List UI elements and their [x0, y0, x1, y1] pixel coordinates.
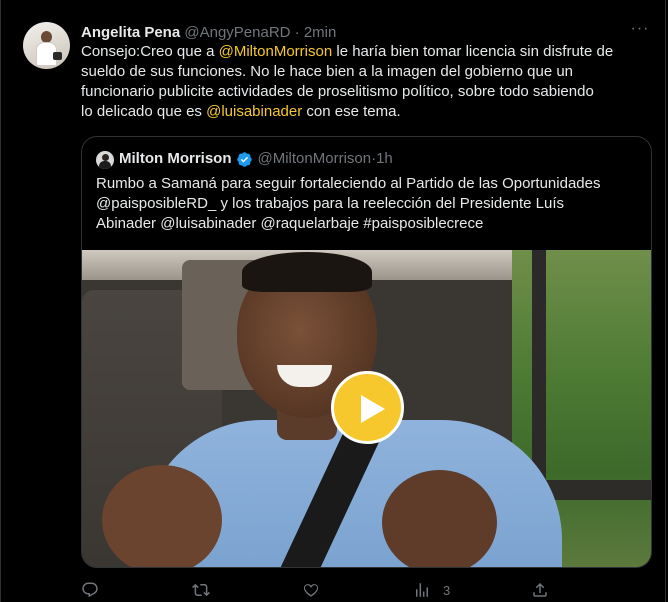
- video-person-left-hand: [102, 465, 222, 567]
- share-button[interactable]: [531, 580, 549, 600]
- video-person-right-hand: [382, 470, 497, 567]
- tweet-text: Consejo:Creo que a @MiltonMorrison le ha…: [81, 42, 651, 122]
- video-thumbnail[interactable]: [82, 250, 651, 567]
- author-name[interactable]: Angelita Pena: [81, 24, 180, 41]
- avatar-figure-bag: [53, 52, 62, 60]
- quoted-author-avatar: [96, 151, 114, 169]
- tweet[interactable]: Angelita Pena @AngyPenaRD · 2min ··· Con…: [0, 0, 668, 602]
- quoted-avatar-body: [99, 161, 111, 169]
- quoted-avatar-head: [102, 154, 109, 161]
- tweet-text-line-4: lo delicado que es @luisabinader con ese…: [81, 102, 651, 122]
- reply-icon: [82, 582, 98, 598]
- share-icon: [533, 582, 547, 597]
- retweet-button[interactable]: [192, 580, 210, 600]
- like-button[interactable]: [302, 580, 320, 600]
- heart-icon: [303, 584, 319, 597]
- quoted-tweet[interactable]: Milton Morrison @MiltonMorrison · 1h Rum…: [81, 136, 652, 568]
- tweet-text-segment: lo delicado que es: [81, 103, 207, 120]
- tweet-text-line-3: funcionario publicite actividades de pro…: [81, 83, 594, 100]
- tweet-text-segment: Consejo:Creo que a: [81, 43, 219, 60]
- tweet-time[interactable]: 2min: [304, 24, 337, 41]
- tweet-header: Angelita Pena @AngyPenaRD · 2min: [81, 23, 336, 43]
- views-icon: [416, 583, 428, 597]
- quoted-text: Rumbo a Samaná para seguir fortaleciendo…: [96, 174, 641, 234]
- quoted-text-line-3: Abinader @luisabinader @raquelarbaje #pa…: [96, 215, 484, 232]
- more-options-icon[interactable]: ···: [629, 21, 651, 42]
- views-count: 3: [443, 582, 451, 598]
- play-button[interactable]: [331, 371, 404, 444]
- retweet-icon: [192, 583, 210, 597]
- quoted-header: Milton Morrison @MiltonMorrison · 1h: [119, 149, 393, 169]
- quoted-author-name: Milton Morrison: [119, 150, 232, 167]
- separator-dot: ·: [294, 24, 300, 41]
- mention-link[interactable]: @MiltonMorrison: [219, 43, 333, 60]
- tweet-text-segment: con ese tema.: [302, 103, 401, 120]
- tweet-text-line-2: sueldo de sus funciones. No le hace bien…: [81, 63, 574, 80]
- reply-button[interactable]: [81, 580, 99, 600]
- tweet-text-line-1: Consejo:Creo que a @MiltonMorrison le ha…: [81, 42, 651, 62]
- quoted-time: 1h: [376, 150, 393, 167]
- action-bar: 3: [0, 578, 668, 602]
- mention-link[interactable]: @luisabinader: [206, 103, 302, 120]
- views-button[interactable]: 3: [413, 580, 450, 600]
- author-handle[interactable]: @AngyPenaRD: [184, 24, 290, 41]
- tweet-text-segment: le haría bien tomar licencia sin disfrut…: [332, 43, 614, 60]
- play-icon: [361, 395, 385, 423]
- quoted-author-handle: @MiltonMorrison: [257, 150, 372, 167]
- author-avatar[interactable]: [23, 22, 70, 69]
- video-person-hair: [242, 252, 372, 292]
- verified-badge-icon: [236, 151, 252, 167]
- quoted-text-line-1: Rumbo a Samaná para seguir fortaleciendo…: [96, 175, 601, 192]
- quoted-text-line-2: @paisposibleRD_ y los trabajos para la r…: [96, 195, 564, 212]
